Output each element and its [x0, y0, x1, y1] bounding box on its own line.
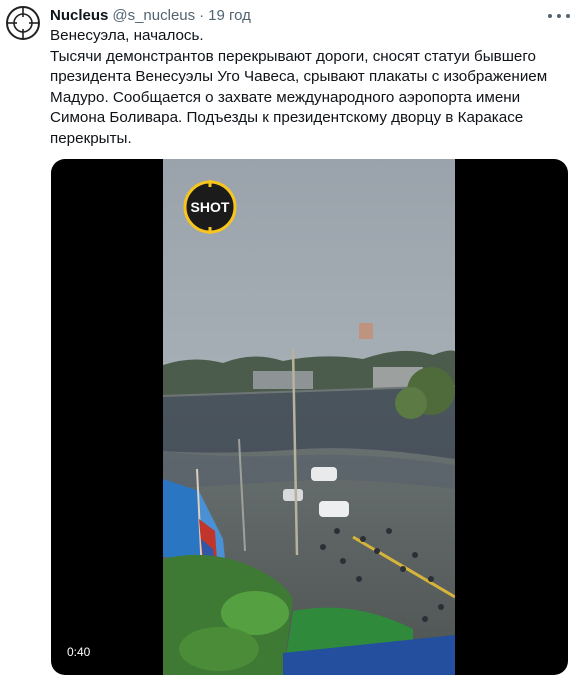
avatar[interactable]	[6, 6, 40, 40]
shot-logo: SHOT	[183, 180, 237, 234]
protest-scene-image	[163, 159, 455, 675]
logo-text: SHOT	[191, 199, 230, 215]
tweet-text: Венесуэла, началось. Тысячи демонстранто…	[50, 26, 570, 149]
crosshair-avatar-icon	[6, 6, 40, 40]
video-player[interactable]: SHOT 0:40	[51, 159, 568, 675]
tweet[interactable]: Nucleus @s_nucleus · 19 год Венесуэла, нача…	[0, 0, 584, 681]
tweet-text-line: Тысячи демонстрантов перекрывают дороги,…	[50, 47, 548, 147]
separator-dot: ·	[199, 7, 205, 24]
more-options-icon[interactable]	[548, 6, 570, 26]
tweet-header: Nucleus @s_nucleus · 19 год	[50, 6, 544, 26]
author-name[interactable]: Nucleus	[50, 7, 108, 24]
tweet-text-line: Венесуэла, началось.	[50, 27, 204, 44]
tweet-timestamp[interactable]: 19 год	[208, 7, 251, 24]
author-handle[interactable]: @s_nucleus	[112, 7, 195, 24]
video-frame	[163, 159, 455, 675]
video-duration: 0:40	[61, 643, 97, 661]
